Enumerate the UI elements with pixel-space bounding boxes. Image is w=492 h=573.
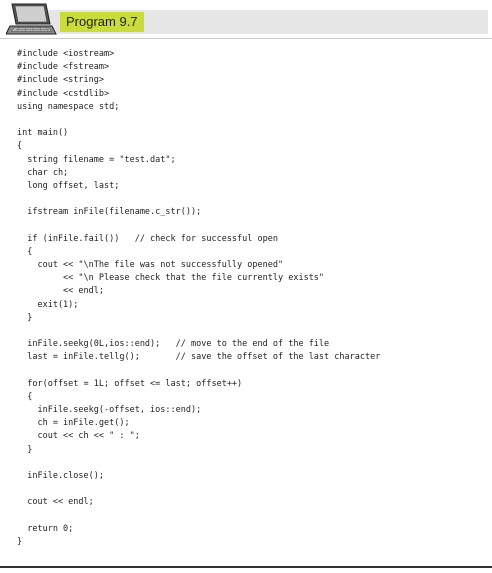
- program-listing-page: Program 9.7 #include <iostream> #include …: [0, 0, 492, 573]
- code-line: #include <string>: [17, 75, 104, 86]
- program-title: Program 9.7: [60, 12, 144, 32]
- code-line: inFile.close();: [17, 471, 104, 481]
- code-line: #include <fstream>: [17, 62, 110, 73]
- code-line: inFile.seekg(-offset, ios::end);: [17, 405, 202, 416]
- header-divider: [0, 38, 492, 39]
- code-line: ch = inFile.get();: [17, 418, 130, 429]
- code-line: cout << "\nThe file was not successfully…: [17, 260, 284, 270]
- code-line: using namespace std;: [17, 101, 120, 112]
- code-line: << "\n Please check that the file curren…: [17, 273, 325, 284]
- laptop-icon: [6, 3, 57, 35]
- code-line: long offset, last;: [17, 180, 120, 191]
- code-line: char ch;: [17, 167, 69, 178]
- code-line: << endl;: [17, 286, 104, 297]
- code-line: last = inFile.tellg(); // save the offse…: [17, 352, 381, 363]
- code-line: inFile.seekg(0L,ios::end); // move to th…: [17, 339, 330, 350]
- code-line: }: [17, 444, 33, 455]
- code-line: int main(): [17, 128, 69, 139]
- code-line: return 0;: [17, 523, 74, 534]
- code-line: {: [17, 246, 33, 257]
- code-line: }: [17, 312, 33, 323]
- code-listing: #include <iostream> #include <fstream> #in…: [17, 48, 380, 549]
- code-line: exit(1);: [17, 299, 79, 310]
- code-line: string filename = "test.dat";: [17, 154, 176, 165]
- code-line: #include <iostream>: [17, 49, 115, 59]
- code-line: cout << endl;: [17, 497, 94, 508]
- code-line: if (inFile.fail()) // check for successf…: [17, 233, 278, 244]
- code-line: for(offset = 1L; offset <= last; offset+…: [17, 378, 243, 389]
- footer-divider: [0, 566, 492, 568]
- code-line: #include <cstdlib>: [17, 88, 110, 99]
- code-line: {: [17, 141, 23, 152]
- program-header: Program 9.7: [0, 0, 492, 40]
- code-line: }: [17, 536, 23, 547]
- code-line: {: [17, 391, 33, 402]
- code-line: cout << ch << " : ";: [17, 431, 140, 442]
- code-line: ifstream inFile(filename.c_str());: [17, 207, 202, 218]
